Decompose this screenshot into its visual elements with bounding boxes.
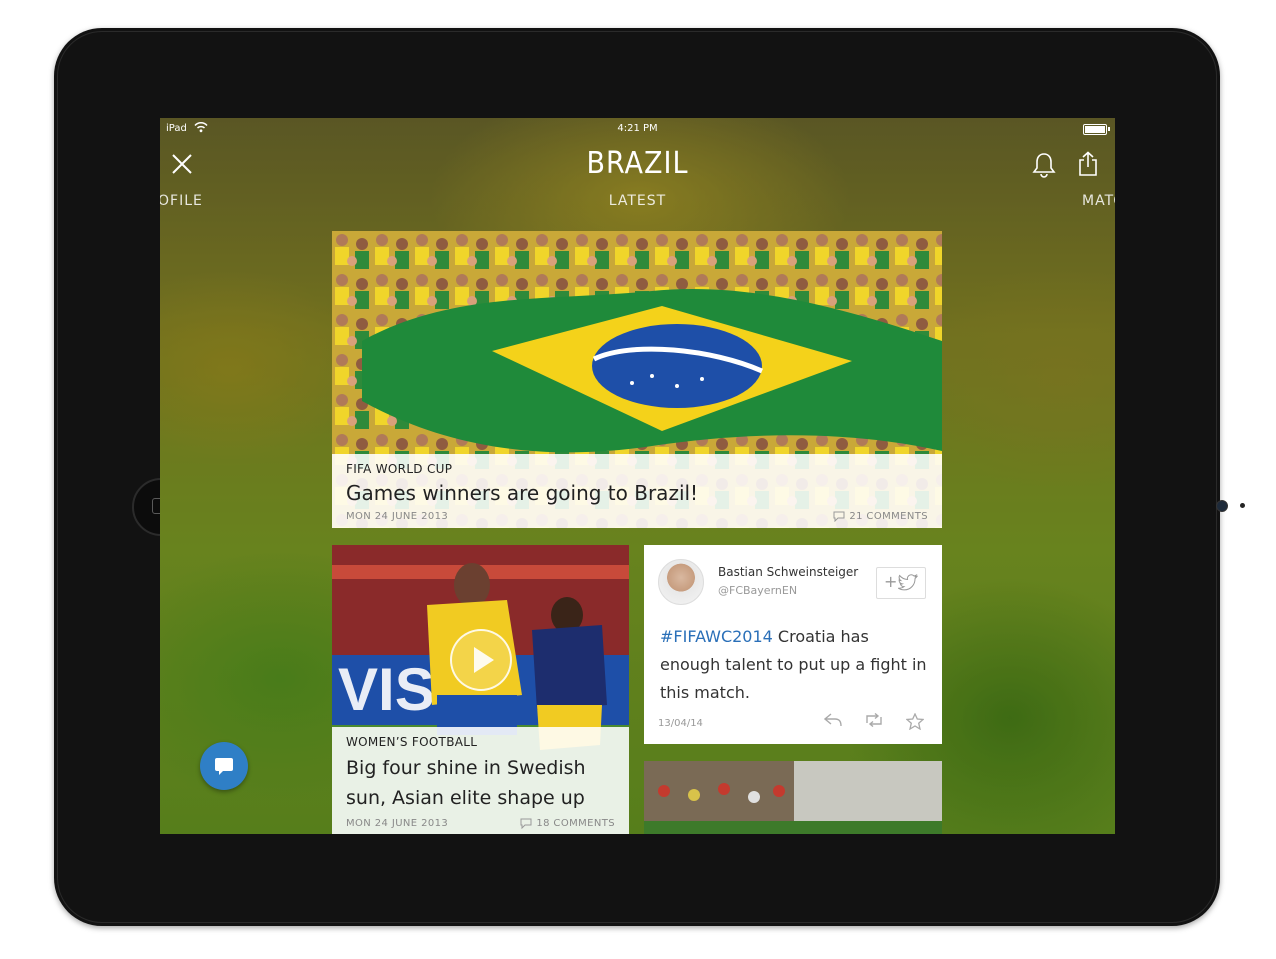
comments-count: 18 COMMENTS [536, 818, 615, 829]
comments-link[interactable]: 18 COMMENTS [520, 818, 615, 829]
follow-button[interactable]: + [876, 567, 926, 599]
comment-icon [520, 818, 532, 829]
battery-icon [1083, 124, 1110, 135]
article-category: WOMEN’S FOOTBALL [346, 735, 478, 749]
tweet-text: #FIFAWC2014 Croatia has enough talent to… [660, 623, 930, 707]
status-time: 4:21 PM [617, 123, 658, 134]
reply-icon[interactable] [824, 713, 842, 727]
article-title[interactable]: Big four shine in Swedish sun, Asian eli… [346, 753, 615, 813]
page-title: BRAZIL [586, 146, 689, 181]
author-avatar[interactable] [658, 559, 704, 605]
video-caption: WOMEN’S FOOTBALL Big four shine in Swedi… [332, 727, 629, 834]
twitter-bird-icon [898, 574, 918, 591]
tweet-actions [824, 713, 924, 730]
tweet-card[interactable]: Bastian Schweinsteiger @FCBayernEN + #FI… [644, 545, 942, 744]
tweet-author-handle[interactable]: @FCBayernEN [718, 584, 797, 597]
front-camera [1216, 500, 1228, 512]
app-screen: iPad 4:21 PM BRAZIL OFILE LATEST MATC [160, 118, 1115, 834]
stadium-article-card[interactable] [644, 761, 942, 834]
bell-icon[interactable] [1032, 152, 1056, 178]
tab-latest[interactable]: LATEST [160, 193, 1115, 209]
headline-article-card[interactable]: FIFA WORLD CUP Games winners are going t… [332, 231, 942, 528]
comments-link[interactable]: 21 COMMENTS [833, 511, 928, 522]
comments-count: 21 COMMENTS [849, 511, 928, 522]
stadium-photo [644, 761, 942, 834]
article-date: MON 24 JUNE 2013 [346, 511, 449, 522]
comment-icon [833, 511, 845, 522]
tweet-author-name[interactable]: Bastian Schweinsteiger [718, 565, 858, 579]
retweet-icon[interactable] [864, 713, 884, 727]
svg-text:VIS: VIS [338, 656, 435, 723]
status-bar: iPad 4:21 PM [160, 118, 1115, 138]
follow-plus-label: + [884, 572, 898, 591]
video-article-card[interactable]: VIS WOMEN’S FOOTBALL Big four shine in S… [332, 545, 629, 834]
tweet-date: 13/04/14 [658, 718, 703, 729]
compose-comment-button[interactable] [200, 742, 248, 790]
article-category: FIFA WORLD CUP [346, 462, 453, 476]
article-date: MON 24 JUNE 2013 [346, 818, 449, 829]
article-meta: MON 24 JUNE 2013 18 COMMENTS [346, 818, 615, 829]
tweet-hashtag[interactable]: #FIFAWC2014 [660, 627, 773, 646]
tab-matches[interactable]: MATC [1082, 193, 1115, 209]
chat-bubble-icon [215, 758, 233, 775]
ambient-sensor [1240, 503, 1245, 508]
play-video-button[interactable] [450, 629, 512, 691]
headline-caption: FIFA WORLD CUP Games winners are going t… [332, 454, 942, 528]
share-icon[interactable] [1076, 151, 1100, 177]
battery-level [1085, 126, 1105, 133]
article-title[interactable]: Games winners are going to Brazil! [346, 480, 928, 506]
favorite-star-icon[interactable] [906, 713, 924, 730]
article-meta: MON 24 JUNE 2013 21 COMMENTS [346, 511, 928, 522]
